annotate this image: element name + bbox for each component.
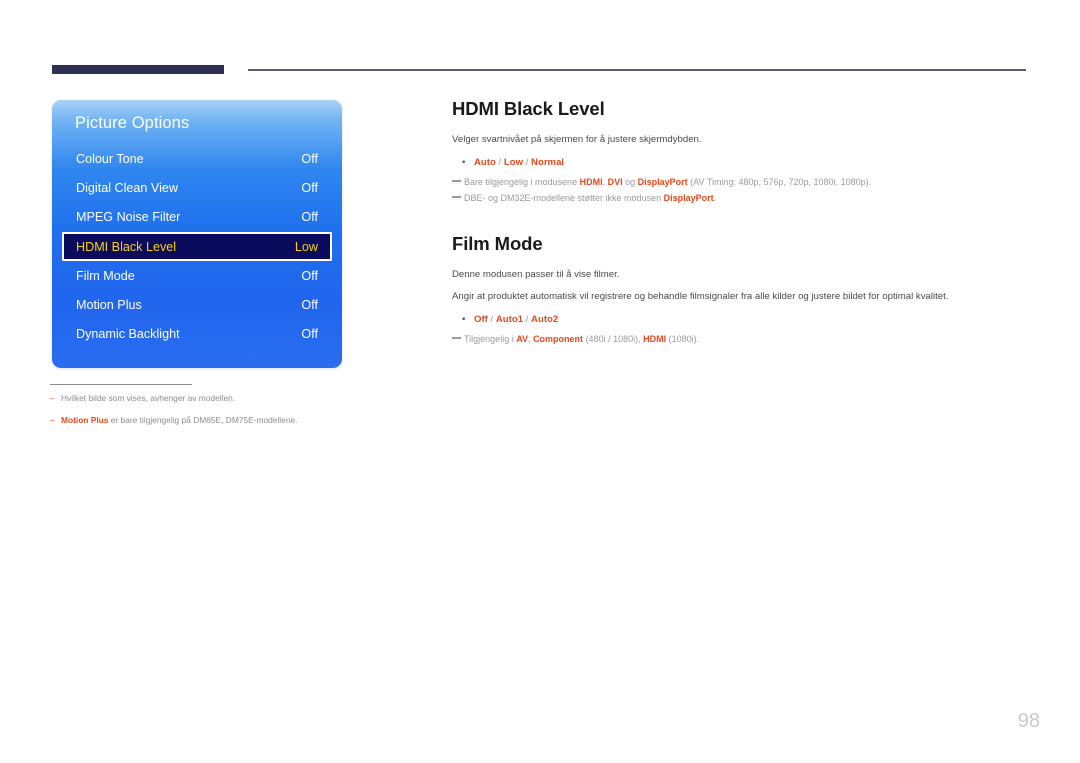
note-emphasis: HDMI [579, 177, 603, 188]
footnote: – Motion Plus er bare tilgjengelig på DM6… [50, 414, 390, 426]
note-text: DBE- og DM32E-modellene støtter ikke mod… [464, 192, 1032, 206]
section-paragraph: Angir at produktet automatisk vil regist… [452, 290, 949, 302]
osd-row-label: Colour Tone [76, 151, 144, 166]
note-body: (1080i). [666, 334, 700, 345]
osd-picture-options-panel: Picture Options Colour Tone Off Digital Cl… [52, 100, 342, 368]
osd-row[interactable]: MPEG Noise Filter Off [52, 203, 342, 232]
option-separator: / [487, 313, 496, 325]
footnote-body: er bare tilgjengelig på DM65E, DM75E-mod… [108, 415, 298, 426]
footnote-divider [50, 384, 192, 385]
note-emphasis: DisplayPort [637, 177, 688, 188]
option-separator: / [495, 156, 504, 168]
section-paragraph: Denne modusen passer til å vise filmer. [452, 269, 620, 281]
note-text: Tilgjengelig i AV, Component (480i / 108… [464, 333, 1032, 347]
note-body: . [713, 193, 717, 204]
osd-row-value: Off [301, 327, 318, 342]
osd-row-value: Off [301, 210, 318, 225]
note-emphasis: DisplayPort [663, 193, 714, 204]
note-emphasis: DVI [607, 177, 623, 188]
header-rule-line [248, 69, 1026, 71]
note-dash-icon [452, 192, 464, 206]
osd-row-label: MPEG Noise Filter [76, 210, 181, 225]
option-values: Off / Auto1 / Auto2 [474, 312, 1032, 327]
option-list: • Auto / Low / Normal [452, 155, 1032, 170]
note-body: DBE- og DM32E-modellene støtter ikke mod… [464, 193, 664, 204]
page-number: 98 [1017, 710, 1040, 732]
option-value: Auto [474, 156, 496, 168]
note-dash-icon [452, 176, 464, 190]
footnote-dash-icon: – [50, 415, 55, 426]
bullet-icon: • [462, 313, 466, 325]
osd-row[interactable]: Digital Clean View Off [52, 173, 342, 202]
option-values: Auto / Low / Normal [474, 155, 1032, 170]
option-value: Normal [531, 156, 565, 168]
note: DBE- og DM32E-modellene støtter ikke mod… [452, 192, 1032, 206]
section-paragraph: Velger svartnivået på skjermen for å jus… [452, 134, 702, 145]
footnote-text: Hvilket bilde som vises, avhenger av mod… [61, 392, 390, 404]
main-content: HDMI Black Level Velger svartnivået på sk… [452, 98, 1032, 349]
footnote-emphasis: Motion Plus [61, 415, 109, 426]
header-accent-bar [52, 65, 224, 74]
note: Bare tilgjengelig i modusene HDMI, DVI o… [452, 176, 1032, 190]
section-title: Film Mode [452, 233, 543, 255]
osd-menu-list: Colour Tone Off Digital Clean View Off MPEG … [52, 144, 342, 349]
osd-row-value: Low [294, 239, 318, 254]
osd-row-label: Digital Clean View [76, 180, 178, 195]
footnote: – Hvilket bilde som vises, avhenger av mo… [50, 392, 390, 404]
option-value: Auto2 [531, 313, 559, 325]
osd-row[interactable]: Dynamic Backlight Off [52, 320, 342, 349]
osd-row-value: Off [301, 268, 318, 283]
note-emphasis: AV [516, 334, 529, 345]
note-emphasis: HDMI [643, 334, 667, 345]
note: Tilgjengelig i AV, Component (480i / 108… [452, 333, 1032, 347]
option-separator: / [523, 156, 532, 168]
osd-row-value: Off [301, 298, 318, 313]
section-title: HDMI Black Level [452, 98, 605, 119]
osd-row[interactable]: Motion Plus Off [52, 290, 342, 319]
osd-row-label: Dynamic Backlight [76, 327, 180, 342]
osd-row-label: Motion Plus [76, 298, 142, 313]
note-emphasis: Component [533, 334, 584, 345]
option-item: • Off / Auto1 / Auto2 [452, 312, 1032, 327]
note-body: (AV Timing: 480p, 576p, 720p, 1080i, 108… [687, 177, 872, 188]
option-value: Auto1 [495, 313, 524, 325]
option-value: Off [474, 313, 488, 325]
osd-row[interactable]: Film Mode Off [52, 261, 342, 290]
osd-row-value: Off [301, 180, 318, 195]
note-body: og [622, 177, 638, 188]
option-list: • Off / Auto1 / Auto2 [452, 312, 1032, 327]
note-body: Bare tilgjengelig i modusene [464, 177, 580, 188]
note-dash-icon [452, 333, 464, 347]
osd-row-value: Off [301, 151, 318, 166]
option-item: • Auto / Low / Normal [452, 155, 1032, 170]
bullet-icon: • [462, 156, 466, 168]
osd-panel-title: Picture Options [75, 114, 190, 132]
osd-row-label: HDMI Black Level [76, 239, 177, 254]
osd-row[interactable]: Colour Tone Off [52, 144, 342, 173]
note-body: Tilgjengelig i [464, 334, 517, 345]
note-body: (480i / 1080i), [583, 334, 644, 345]
option-separator: / [523, 313, 532, 325]
left-footnote-list: – Hvilket bilde som vises, avhenger av mo… [50, 392, 390, 436]
footnote-dash-icon: – [50, 393, 55, 403]
footnote-body: Hvilket bilde som vises, avhenger av mod… [61, 393, 236, 403]
osd-row-label: Film Mode [76, 268, 135, 283]
osd-row[interactable]: HDMI Black Level Low [62, 231, 332, 262]
note-text: Bare tilgjengelig i modusene HDMI, DVI o… [464, 176, 1032, 190]
option-value: Low [503, 156, 524, 168]
footnote-text: Motion Plus er bare tilgjengelig på DM65… [61, 414, 390, 426]
